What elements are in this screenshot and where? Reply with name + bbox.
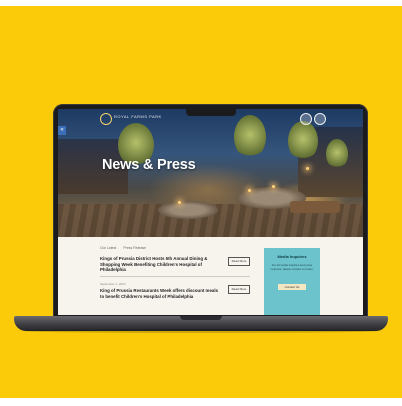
laptop-shadow (24, 329, 378, 333)
article-title[interactable]: Kings of Prussia District Hosts 5th Annu… (100, 256, 218, 273)
breadcrumb-item[interactable]: Press Release (123, 246, 146, 250)
bottom-border (0, 398, 402, 406)
read-more-button[interactable]: Read More (228, 257, 250, 266)
light-glow (248, 189, 251, 192)
laptop-screen: ROYAL FARMS PARK « News & Press Our Late… (58, 109, 363, 315)
search-icon[interactable] (300, 113, 312, 125)
light-glow (178, 201, 181, 204)
tree (234, 115, 266, 159)
media-inquiries-card: Media Inquiries For all media inquiries … (264, 248, 320, 315)
menu-icon[interactable] (314, 113, 326, 125)
breadcrumb-item[interactable]: Our Latest (100, 246, 116, 250)
light-glow (272, 185, 275, 188)
tree (326, 139, 348, 169)
breadcrumb: Our Latest Press Release (100, 246, 152, 250)
hero-banner: ROYAL FARMS PARK « News & Press (58, 109, 363, 237)
stone-planter (158, 201, 218, 219)
top-border (0, 0, 402, 6)
camera-notch (186, 109, 236, 116)
page-title: News & Press (102, 157, 196, 173)
light-glow (306, 167, 309, 170)
content-area: Our Latest Press Release Kings of Prussi… (58, 237, 363, 315)
side-tab[interactable]: « (58, 126, 66, 135)
article-title[interactable]: King of Prussia Restaurants Week offers … (100, 288, 218, 299)
card-text: For all media inquiries and press reques… (270, 263, 314, 271)
laptop-base-groove (180, 316, 222, 320)
list-item[interactable]: September 1, 2022 King of Prussia Restau… (100, 282, 250, 299)
site-name[interactable]: ROYAL FARMS PARK (114, 114, 162, 119)
read-more-button[interactable]: Read More (228, 285, 250, 294)
tree (288, 121, 318, 161)
divider (100, 276, 250, 277)
card-title: Media Inquiries (277, 254, 307, 259)
contact-button[interactable]: Contact Us (278, 284, 306, 290)
site-logo-icon[interactable] (100, 113, 112, 125)
list-item[interactable]: Kings of Prussia District Hosts 5th Annu… (100, 254, 250, 273)
bench (290, 201, 340, 213)
